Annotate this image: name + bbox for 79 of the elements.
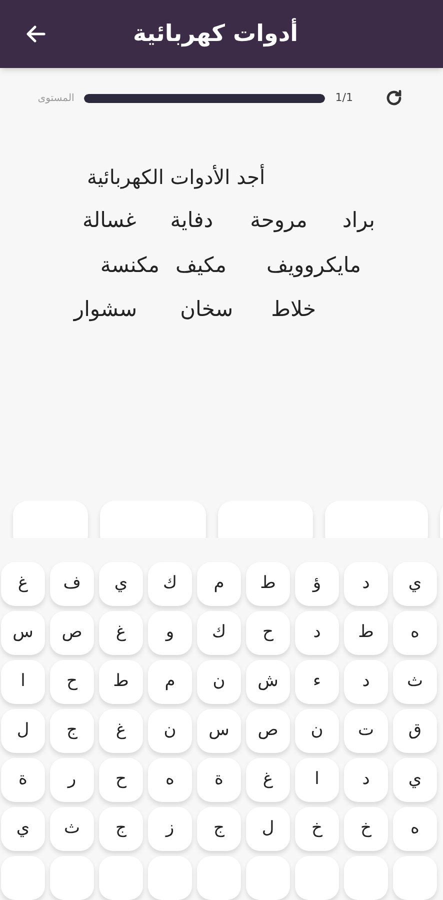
letter-tile[interactable]: ط — [99, 660, 143, 704]
letter-tile[interactable]: ه — [148, 758, 192, 802]
letter-tile[interactable] — [197, 856, 241, 900]
letter-tile[interactable]: ي — [99, 562, 143, 606]
target-word: خلاط — [271, 296, 316, 324]
letter-tile[interactable]: ط — [246, 562, 290, 606]
letter-tile[interactable] — [344, 856, 388, 900]
letter-tile[interactable]: ط — [344, 611, 388, 655]
letter-tile[interactable]: ف — [50, 562, 94, 606]
letter-tile[interactable]: ي — [393, 562, 437, 606]
letter-tile[interactable]: ح — [50, 660, 94, 704]
letter-tile[interactable] — [50, 856, 94, 900]
letter-tile[interactable]: س — [1, 611, 45, 655]
letter-tile[interactable]: ش — [246, 660, 290, 704]
letter-tile[interactable] — [393, 856, 437, 900]
letter-tile[interactable]: ل — [246, 807, 290, 851]
target-word: غسالة — [82, 207, 136, 234]
letter-tile[interactable]: غ — [99, 611, 143, 655]
level-count: 1/1 — [335, 90, 353, 106]
letter-tile[interactable]: س — [197, 709, 241, 753]
target-word: براد — [342, 207, 375, 234]
letter-tile[interactable]: ك — [148, 562, 192, 606]
letter-tile[interactable]: ج — [197, 807, 241, 851]
refresh-icon — [385, 89, 403, 108]
letter-tile[interactable]: ل — [1, 709, 45, 753]
letter-tile[interactable]: خ — [344, 807, 388, 851]
letter-tile[interactable]: ن — [148, 709, 192, 753]
letter-tile[interactable]: ص — [246, 709, 290, 753]
letter-tile[interactable]: ق — [393, 709, 437, 753]
target-word: دفاية — [170, 207, 214, 234]
target-word: سخان — [180, 296, 234, 324]
letter-tile[interactable]: غ — [246, 758, 290, 802]
letter-tile[interactable]: ا — [1, 660, 45, 704]
letter-tile[interactable] — [246, 856, 290, 900]
letter-tile[interactable]: ك — [197, 611, 241, 655]
letter-tile[interactable] — [99, 856, 143, 900]
letter-tile[interactable]: ث — [50, 807, 94, 851]
target-word: مكنسة — [100, 252, 160, 279]
letter-tile[interactable]: غ — [1, 562, 45, 606]
letter-tile[interactable]: ي — [1, 807, 45, 851]
letter-tile[interactable]: ت — [344, 709, 388, 753]
letter-tile[interactable] — [148, 856, 192, 900]
letter-tile[interactable] — [295, 856, 339, 900]
letter-tile[interactable]: د — [344, 758, 388, 802]
letter-tile[interactable]: ه — [393, 807, 437, 851]
target-word: مايكروويف — [266, 252, 361, 280]
letter-tile[interactable]: ح — [99, 758, 143, 802]
letter-tile[interactable]: ي — [393, 758, 437, 802]
level-label: المستوى — [38, 92, 74, 106]
letter-tile[interactable]: ن — [295, 709, 339, 753]
puzzle-prompt: أجد الأدوات الكهربائية — [87, 165, 265, 190]
letter-tile[interactable]: ا — [295, 758, 339, 802]
letter-tile[interactable]: ص — [50, 611, 94, 655]
letter-tile[interactable]: ج — [50, 709, 94, 753]
letter-tile[interactable]: غ — [99, 709, 143, 753]
letter-tile[interactable]: ح — [246, 611, 290, 655]
letter-tile[interactable]: ج — [99, 807, 143, 851]
letter-tile[interactable]: ز — [148, 807, 192, 851]
letter-tile[interactable]: خ — [295, 807, 339, 851]
target-word: مكيف — [176, 252, 226, 279]
letter-tile[interactable] — [1, 856, 45, 900]
letter-tile[interactable]: ن — [197, 660, 241, 704]
letter-tile[interactable]: ه — [393, 611, 437, 655]
target-word: سشوار — [74, 296, 138, 324]
letter-tile[interactable]: ؤ — [295, 562, 339, 606]
letter-tile[interactable]: ة — [197, 758, 241, 802]
letter-tile[interactable]: ر — [50, 758, 94, 802]
letter-tile[interactable]: م — [197, 562, 241, 606]
letter-tile[interactable]: د — [295, 611, 339, 655]
letter-tile[interactable]: ة — [1, 758, 45, 802]
target-word: مروحة — [250, 207, 308, 234]
letter-tile[interactable]: ء — [295, 660, 339, 704]
letter-tile[interactable]: د — [344, 660, 388, 704]
letter-tile[interactable]: م — [148, 660, 192, 704]
letter-tile[interactable]: د — [344, 562, 388, 606]
letter-tile[interactable]: و — [148, 611, 192, 655]
header-title: أدوات كهربائية — [132, 20, 298, 47]
refresh-button[interactable] — [385, 89, 403, 108]
letter-tile[interactable]: ث — [393, 660, 437, 704]
